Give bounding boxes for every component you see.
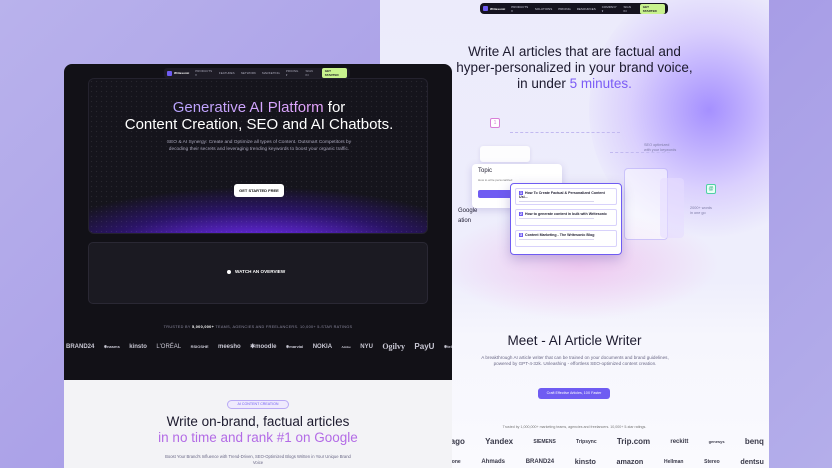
brand-logo[interactable]: Writesonic (483, 6, 505, 11)
client-logo: benq (744, 437, 764, 446)
nav-network[interactable]: NETWORK (241, 71, 256, 75)
watch-overview-button[interactable]: WATCH AN OVERVIEW (227, 269, 285, 274)
logo-icon (483, 6, 488, 11)
client-logo: PayU (414, 342, 435, 351)
client-logo: reckitt (670, 438, 689, 445)
client-logo: Ogilvy (382, 342, 405, 351)
nav-features[interactable]: FEATURES (219, 71, 235, 75)
brand-logo[interactable]: Writesonic (167, 70, 189, 76)
article-titles-card: 1 How To Create Factual & Personalized Co… (510, 183, 622, 255)
client-logo: dentsu (740, 457, 764, 466)
dark-landing-screenshot: Writesonic PRODUCTS ▾ FEATURES NETWORK M… (64, 64, 452, 468)
section-badge: AI CONTENT CREATION (227, 400, 289, 409)
client-logo: BRAND24 (525, 458, 555, 465)
nav-products[interactable]: PRODUCTS ▾ (511, 5, 529, 13)
annotation: SEO optimized with your keywords (644, 143, 677, 152)
logo-row: ivago Yandex SIEMENS Tripsync Trip.com r… (444, 437, 764, 446)
client-logo: Yandex (485, 437, 514, 446)
client-logo: Hellman (663, 458, 684, 465)
client-logo: ✱marvial (285, 344, 304, 349)
ghost-card (660, 178, 684, 238)
client-logo: Adobe (341, 344, 351, 349)
client-logo: NYU (360, 343, 373, 350)
client-logo: kinsto (129, 343, 147, 350)
get-started-button[interactable]: GET STARTED (639, 3, 665, 14)
nav-pricing[interactable]: PRICING ▾ (286, 69, 300, 77)
trusted-text: TRUSTED BY 5,000,000+ TEAMS, AGENCIES AN… (163, 325, 353, 329)
background-card (480, 146, 530, 162)
list-item[interactable]: 1 How To Create Factual & Personalized Co… (515, 188, 617, 205)
hero-section: Generative AI Platform for Content Creat… (88, 78, 428, 234)
client-logo: RSIOSHE (190, 344, 209, 349)
highlight-text: 5 minutes. (569, 76, 632, 91)
play-icon (227, 269, 231, 274)
hero-heading: Generative AI Platform for Content Creat… (124, 99, 394, 133)
client-logo: SIEMENS (533, 438, 556, 445)
client-logo: ✱nasms (103, 344, 120, 349)
client-logo: Ahmads (481, 458, 506, 465)
nav-solutions[interactable]: SOLUTIONS (535, 7, 552, 11)
nav-resources[interactable]: RESOURCES (577, 7, 596, 11)
top-navbar: Writesonic PRODUCTS ▾ FEATURES NETWORK M… (164, 68, 350, 78)
client-logo: Trip.com (616, 437, 651, 446)
nav-company[interactable]: COMPANY ▾ (602, 5, 618, 13)
logo-row: BRAND24 ✱nasms kinsto L'ORÉAL RSIOSHE me… (66, 342, 452, 351)
list-item[interactable]: 2 How to generate content in bulk with Wr… (515, 209, 617, 226)
section-description: Boost Your Brand's Influence with Trend-… (165, 454, 351, 465)
client-logo: Tripsync (576, 438, 597, 445)
get-started-free-button[interactable]: GET STARTED FREE (234, 184, 284, 197)
client-logo: kinsto (574, 457, 596, 466)
side-caption: Google ation (458, 208, 478, 224)
client-logo: NOKIA (312, 343, 333, 350)
client-logo: BRAND24 (66, 343, 95, 350)
client-logo: meesho (218, 343, 241, 350)
client-logo: ✱moodle (250, 344, 277, 350)
number-icon: 1 (490, 118, 500, 128)
logo-row: dofone Ahmads BRAND24 kinsto amazon Hell… (444, 457, 764, 466)
client-logo: ✱tel (443, 344, 452, 349)
logo-icon (167, 70, 172, 76)
annotation: 2000+ words in one go (690, 206, 712, 215)
sign-in-link[interactable]: SIGN IN (306, 69, 316, 77)
craft-articles-button[interactable]: Craft Effective Articles, 10X Faster (538, 388, 610, 399)
at-icon: @ (706, 184, 716, 194)
client-logo: genesys (708, 439, 725, 444)
get-started-button[interactable]: GET STARTED (321, 68, 347, 78)
sign-in-link[interactable]: SIGN IN (624, 5, 634, 13)
top-navbar: Writesonic PRODUCTS ▾ SOLUTIONS PRICING … (480, 3, 668, 14)
client-logo: Stereo (704, 458, 720, 465)
list-item[interactable]: 3 Content Marketing - The Writesonic Blog (515, 230, 617, 247)
video-overview[interactable]: WATCH AN OVERVIEW (88, 242, 428, 304)
hero-description: SEO & AI Synergy: Create and Optimize al… (166, 140, 352, 152)
connector-line (510, 132, 620, 133)
nav-products[interactable]: PRODUCTS ▾ (195, 69, 213, 77)
section-title: Write on-brand, factual articles in no t… (158, 414, 358, 445)
client-logo: amazon (616, 457, 644, 466)
nav-marketing[interactable]: MARKETING (262, 71, 280, 75)
section-description: A breakthrough AI article writer that ca… (481, 355, 669, 367)
client-logo: L'ORÉAL (156, 343, 182, 350)
nav-pricing[interactable]: PRICING (558, 7, 571, 11)
